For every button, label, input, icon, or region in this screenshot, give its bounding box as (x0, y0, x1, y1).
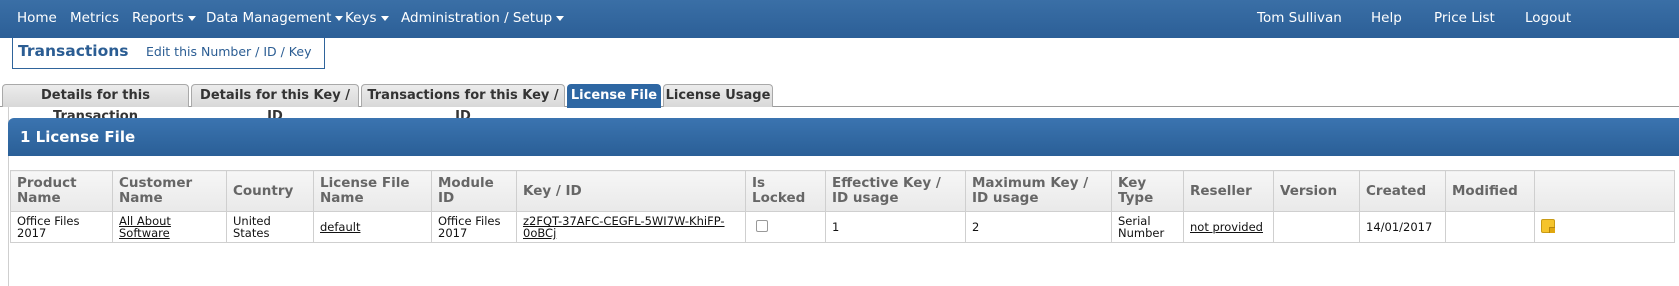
col-version[interactable]: Version (1273, 170, 1360, 212)
key-id-link[interactable]: z2FQT-37AFC-CEGFL-5WI7W-KhiFP-0oBCj (523, 214, 725, 240)
cell-key-id: z2FQT-37AFC-CEGFL-5WI7W-KhiFP-0oBCj (516, 211, 746, 243)
cell-reseller: not provided (1183, 211, 1274, 243)
nav-data-management[interactable]: Data Management (206, 10, 344, 26)
cell-effective-usage: 1 (825, 211, 966, 243)
cell-country: United States (226, 211, 314, 243)
cell-maximum-usage: 2 (965, 211, 1112, 243)
nav-metrics[interactable]: Metrics (70, 10, 119, 26)
col-maximum-usage[interactable]: Maximum Key / ID usage (965, 170, 1112, 212)
cell-modified (1445, 211, 1535, 243)
edit-number-link[interactable]: Edit this Number / ID / Key (146, 44, 311, 59)
license-file-link[interactable]: default (320, 220, 360, 234)
col-created[interactable]: Created (1359, 170, 1446, 212)
nav-help[interactable]: Help (1371, 10, 1402, 26)
cell-actions (1534, 211, 1675, 243)
col-license-file-name[interactable]: License File Name (313, 170, 432, 212)
license-file-table: Product Name Customer Name Country Licen… (10, 170, 1675, 243)
cell-is-locked (745, 211, 826, 243)
col-key-type[interactable]: Key Type (1111, 170, 1184, 212)
chevron-down-icon (187, 15, 196, 21)
nav-user[interactable]: Tom Sullivan (1257, 10, 1342, 26)
table-header-row: Product Name Customer Name Country Licen… (10, 170, 1675, 212)
cell-key-type: Serial Number (1111, 211, 1184, 243)
col-key-id[interactable]: Key / ID (516, 170, 746, 212)
nav-admin-setup-label: Administration / Setup (401, 10, 553, 26)
chevron-down-icon (556, 15, 565, 21)
nav-reports[interactable]: Reports (132, 10, 196, 26)
page-title: Transactions (18, 42, 129, 60)
col-is-locked[interactable]: Is Locked (745, 170, 826, 212)
reseller-link[interactable]: not provided (1190, 220, 1263, 234)
tab-bar: Details for this Transaction Details for… (0, 84, 1679, 124)
col-product-name[interactable]: Product Name (10, 170, 113, 212)
tab-details-transaction[interactable]: Details for this Transaction (2, 84, 189, 124)
table-row: Office Files 2017 All About Software Uni… (10, 211, 1675, 243)
col-customer-name[interactable]: Customer Name (112, 170, 227, 212)
nav-home[interactable]: Home (17, 10, 57, 26)
tab-transactions-key[interactable]: Transactions for this Key / ID (361, 84, 565, 124)
transactions-header-box: Transactions Edit this Number / ID / Key (12, 38, 325, 69)
cell-module-id: Office Files 2017 (431, 211, 517, 243)
nav-admin-setup[interactable]: Administration / Setup (401, 10, 565, 26)
col-country[interactable]: Country (226, 170, 314, 212)
tab-license-file[interactable]: License File (567, 84, 661, 108)
is-locked-checkbox[interactable] (756, 220, 768, 232)
customer-link[interactable]: All About Software (119, 214, 171, 240)
nav-keys[interactable]: Keys (345, 10, 389, 26)
cell-customer-name: All About Software (112, 211, 227, 243)
tab-license-usage[interactable]: License Usage (663, 84, 773, 107)
nav-logout[interactable]: Logout (1525, 10, 1571, 26)
chevron-down-icon (380, 15, 389, 21)
cell-created: 14/01/2017 (1359, 211, 1446, 243)
tab-details-key[interactable]: Details for this Key / ID (191, 84, 359, 124)
nav-keys-label: Keys (345, 10, 377, 26)
cell-version (1273, 211, 1360, 243)
nav-price-list[interactable]: Price List (1434, 10, 1495, 26)
col-effective-usage[interactable]: Effective Key / ID usage (825, 170, 966, 212)
panel-header: 1 License File (8, 118, 1679, 156)
col-modified[interactable]: Modified (1445, 170, 1535, 212)
cell-product-name: Office Files 2017 (10, 211, 113, 243)
col-module-id[interactable]: Module ID (431, 170, 517, 212)
nav-reports-label: Reports (132, 10, 184, 26)
cell-license-file-name: default (313, 211, 432, 243)
col-reseller[interactable]: Reseller (1183, 170, 1274, 212)
panel-title: 1 License File (20, 128, 136, 146)
chevron-down-icon (335, 15, 344, 21)
nav-data-management-label: Data Management (206, 10, 332, 26)
top-nav-bar: Home Metrics Reports Data Management Key… (0, 0, 1679, 38)
col-actions (1534, 170, 1675, 212)
note-icon[interactable] (1541, 219, 1555, 233)
